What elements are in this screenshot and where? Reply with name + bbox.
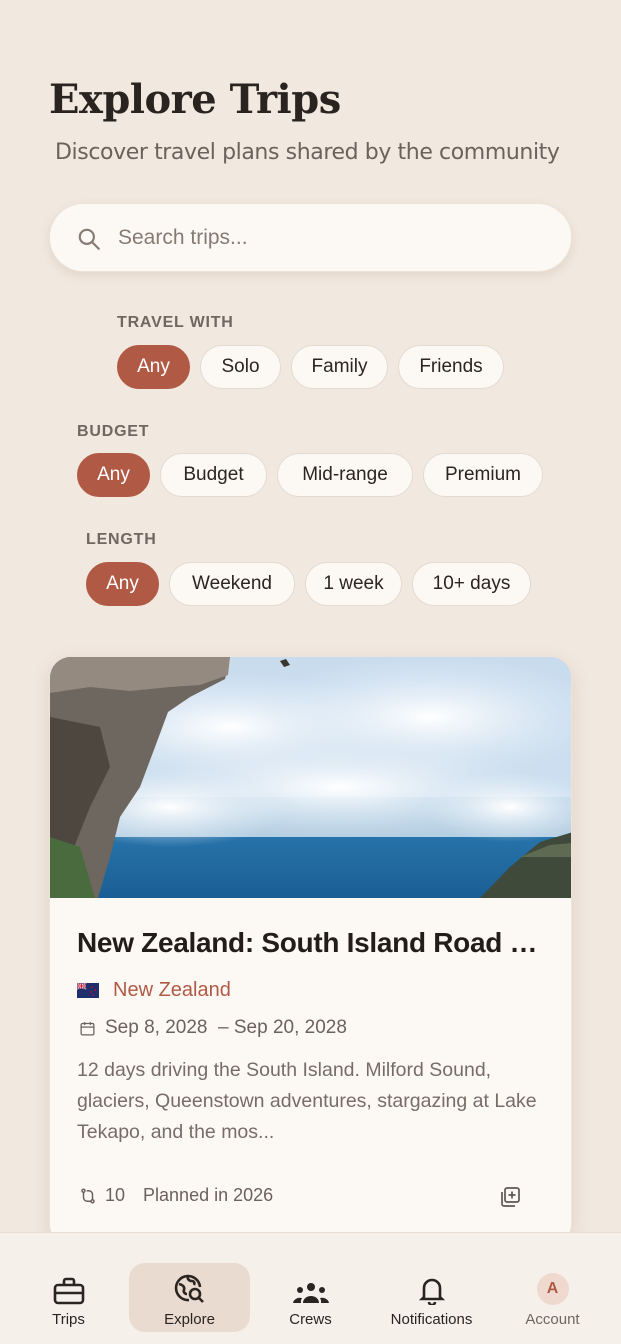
budget-chips: Any Budget Mid-range Premium xyxy=(77,453,543,497)
chip-length-10-plus-days[interactable]: 10+ days xyxy=(412,562,531,606)
chip-travel-any[interactable]: Any xyxy=(117,345,190,389)
travel-with-label: TRAVEL WITH xyxy=(117,314,234,331)
page-title: Explore Trips xyxy=(49,76,341,123)
trip-cover-image xyxy=(50,657,571,898)
search-bar[interactable] xyxy=(49,203,572,272)
nav-notifications[interactable]: Notifications xyxy=(371,1263,492,1332)
fork-icon xyxy=(81,1188,95,1203)
nav-trips[interactable]: Trips xyxy=(8,1263,129,1332)
chip-length-weekend[interactable]: Weekend xyxy=(169,562,295,606)
forks-count: 10 xyxy=(105,1185,126,1205)
chip-travel-friends[interactable]: Friends xyxy=(398,345,504,389)
chip-budget-budget[interactable]: Budget xyxy=(160,453,267,497)
nav-crews[interactable]: Crews xyxy=(250,1263,371,1332)
calendar-icon xyxy=(80,1021,95,1036)
chip-travel-family[interactable]: Family xyxy=(291,345,388,389)
bottom-navigation: Trips Explore Crews Notifications A Acco… xyxy=(0,1232,621,1344)
globe-search-icon xyxy=(174,1274,204,1303)
chip-budget-premium[interactable]: Premium xyxy=(423,453,543,497)
new-zealand-flag-icon xyxy=(77,983,99,998)
avatar: A xyxy=(536,1273,569,1305)
trip-description: 12 days driving the South Island. Milfor… xyxy=(77,1059,537,1143)
copy-plus-icon xyxy=(501,1187,520,1207)
nav-trips-label: Trips xyxy=(52,1311,85,1328)
chip-budget-any[interactable]: Any xyxy=(77,453,150,497)
briefcase-icon xyxy=(53,1277,84,1305)
trip-card[interactable]: New Zealand: South Island Road Trip New … xyxy=(49,656,572,1246)
nav-account-label: Account xyxy=(525,1311,580,1328)
group-icon xyxy=(292,1283,329,1303)
chip-length-any[interactable]: Any xyxy=(86,562,159,606)
nav-crews-label: Crews xyxy=(289,1311,332,1328)
bell-icon xyxy=(418,1278,445,1305)
nav-explore[interactable]: Explore xyxy=(129,1263,250,1332)
country-name: New Zealand xyxy=(113,979,231,1001)
search-icon xyxy=(76,226,102,252)
nav-explore-label: Explore xyxy=(164,1311,215,1328)
travel-with-chips: Any Solo Family Friends xyxy=(117,345,504,389)
chip-budget-mid-range[interactable]: Mid-range xyxy=(277,453,413,497)
trip-footer: 10 Planned in 2026 xyxy=(79,1185,273,1206)
chip-length-1-week[interactable]: 1 week xyxy=(305,562,402,606)
trip-dates: Sep 8, 2028 – Sep 20, 2028 xyxy=(79,1017,347,1039)
page-subtitle: Discover travel plans shared by the comm… xyxy=(55,140,560,165)
length-label: LENGTH xyxy=(86,531,157,548)
budget-label: BUDGET xyxy=(77,423,150,440)
chip-travel-solo[interactable]: Solo xyxy=(200,345,281,389)
copy-trip-button[interactable] xyxy=(498,1185,524,1211)
dates-text: Sep 8, 2028 – Sep 20, 2028 xyxy=(105,1017,347,1038)
trip-country: New Zealand xyxy=(77,979,231,1002)
nav-notifications-label: Notifications xyxy=(390,1311,473,1328)
search-input[interactable] xyxy=(118,216,548,260)
nav-account[interactable]: A Account xyxy=(492,1263,613,1332)
length-chips: Any Weekend 1 week 10+ days xyxy=(86,562,531,606)
trip-title[interactable]: New Zealand: South Island Road Trip xyxy=(77,927,547,959)
planned-year: Planned in 2026 xyxy=(143,1185,274,1205)
